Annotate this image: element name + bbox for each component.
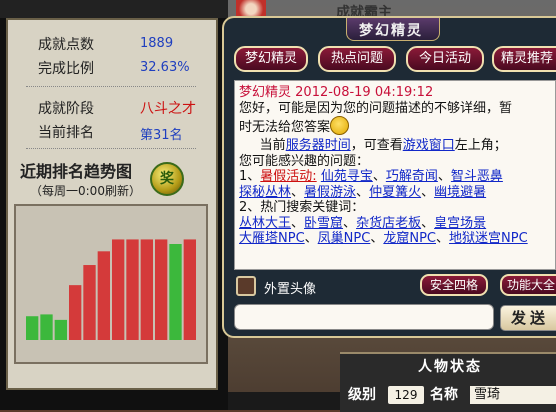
name-label: 名称	[430, 387, 458, 403]
points-label: 成就点数	[38, 37, 94, 53]
summer-event-link[interactable]: 暑假活动:	[260, 169, 316, 184]
message-text-part: 当前	[259, 138, 286, 153]
stage-label: 成就阶段	[38, 101, 94, 117]
send-button[interactable]: 发送	[500, 305, 556, 331]
keyword-link[interactable]: 杂货店老板	[356, 216, 421, 231]
trend-subtitle: （每周一0:00刷新）	[30, 184, 141, 198]
question-link[interactable]: 智斗恶鼻	[451, 169, 503, 184]
rank-bar	[112, 239, 125, 340]
server-time-link[interactable]: 服务器时间	[286, 138, 351, 153]
keyword-link[interactable]: 丛林大王	[239, 216, 291, 231]
rank-bar	[83, 265, 96, 340]
keyword-link[interactable]: 地狱迷宫NPC	[449, 231, 528, 246]
message-line: 时无法给您答案	[239, 120, 331, 135]
message-line: 您好，可能是因为您的问题描述的不够详细，暂	[239, 100, 513, 116]
question-link[interactable]: 幽境避暑	[434, 185, 486, 200]
medal-icon[interactable]: 奖	[150, 162, 184, 196]
message-line: 2、热门搜索关键词：	[239, 200, 365, 215]
bottom-strip	[228, 392, 340, 410]
timestamp: 2012-08-19 04:19:12	[295, 85, 434, 100]
stage-value: 八斗之才	[140, 101, 196, 117]
game-window-link[interactable]: 游戏窗口	[403, 138, 455, 153]
external-avatar-checkbox[interactable]	[236, 276, 256, 296]
elf-dialog: 梦幻精灵 梦幻精灵 热点问题 今日活动 精灵推荐 梦幻精灵 2012-08-19…	[222, 16, 556, 338]
rank-label: 当前排名	[38, 125, 94, 141]
level-label: 级别	[348, 387, 376, 403]
message-area[interactable]: 梦幻精灵 2012-08-19 04:19:12 您好，可能是因为您的问题描述的…	[234, 80, 556, 270]
status-title: 人物状态	[418, 359, 482, 375]
keyword-link[interactable]: 大雁塔NPC	[239, 231, 305, 246]
keyword-link[interactable]: 皇宫场景	[434, 216, 486, 231]
rank-bar	[126, 239, 139, 340]
tab-hot-questions[interactable]: 热点问题	[318, 46, 396, 72]
rank-trend-chart	[14, 204, 208, 364]
tab-today-events[interactable]: 今日活动	[406, 46, 484, 72]
ratio-label: 完成比例	[38, 61, 94, 77]
divider	[26, 148, 196, 149]
name-value: 雪琦	[470, 386, 556, 404]
confused-face-icon	[330, 116, 350, 135]
rank-bar	[69, 285, 82, 340]
question-link[interactable]: 仙苑寻宝	[321, 169, 373, 184]
top-strip	[0, 0, 228, 18]
trend-title: 近期排名趋势图	[20, 162, 133, 181]
question-link[interactable]: 暑假游泳	[304, 185, 356, 200]
rank-bar	[26, 316, 39, 340]
keyword-link[interactable]: 卧雪窟	[304, 216, 343, 231]
external-avatar-label: 外置头像	[264, 282, 317, 297]
rank-bar	[140, 239, 153, 340]
rank-trend-svg	[26, 239, 196, 340]
rank-bar	[155, 239, 168, 340]
achievement-panel: 成就点数 1889 完成比例 32.63% 成就阶段 八斗之才 当前排名 第31…	[0, 0, 228, 410]
tab-elf[interactable]: 梦幻精灵	[234, 46, 308, 72]
list-number: 1、	[239, 169, 261, 184]
divider	[26, 86, 196, 87]
points-value: 1889	[140, 36, 174, 51]
chat-input[interactable]	[234, 304, 494, 330]
ratio-value: 32.63%	[140, 60, 190, 75]
rank-value: 第31名	[140, 128, 183, 143]
keyword-link[interactable]: 凤巢NPC	[318, 231, 371, 246]
message-text-part: ，可查看	[350, 138, 403, 153]
level-value: 129	[388, 386, 424, 404]
tab-recommend[interactable]: 精灵推荐	[492, 46, 556, 72]
function-list-button[interactable]: 功能大全	[500, 274, 556, 296]
message-text-part: 左上角；	[454, 138, 507, 153]
sender-name: 梦幻精灵	[239, 85, 292, 100]
keyword-link[interactable]: 龙窟NPC	[383, 231, 436, 246]
question-link[interactable]: 巧解奇闻	[386, 169, 438, 184]
question-link[interactable]: 仲夏篝火	[369, 185, 421, 200]
safe-grid-button[interactable]: 安全四格	[420, 274, 488, 296]
rank-bar	[40, 314, 53, 340]
rank-bar	[54, 319, 67, 340]
question-link[interactable]: 探秘丛林	[239, 185, 291, 200]
dialog-title: 梦幻精灵	[359, 23, 423, 39]
rank-bar	[97, 251, 110, 340]
rank-bar	[183, 239, 196, 340]
rank-bar	[169, 244, 182, 340]
message-text: 梦幻精灵 2012-08-19 04:19:12 您好，可能是因为您的问题描述的…	[239, 85, 555, 247]
message-line: 您可能感兴趣的问题：	[239, 153, 370, 169]
